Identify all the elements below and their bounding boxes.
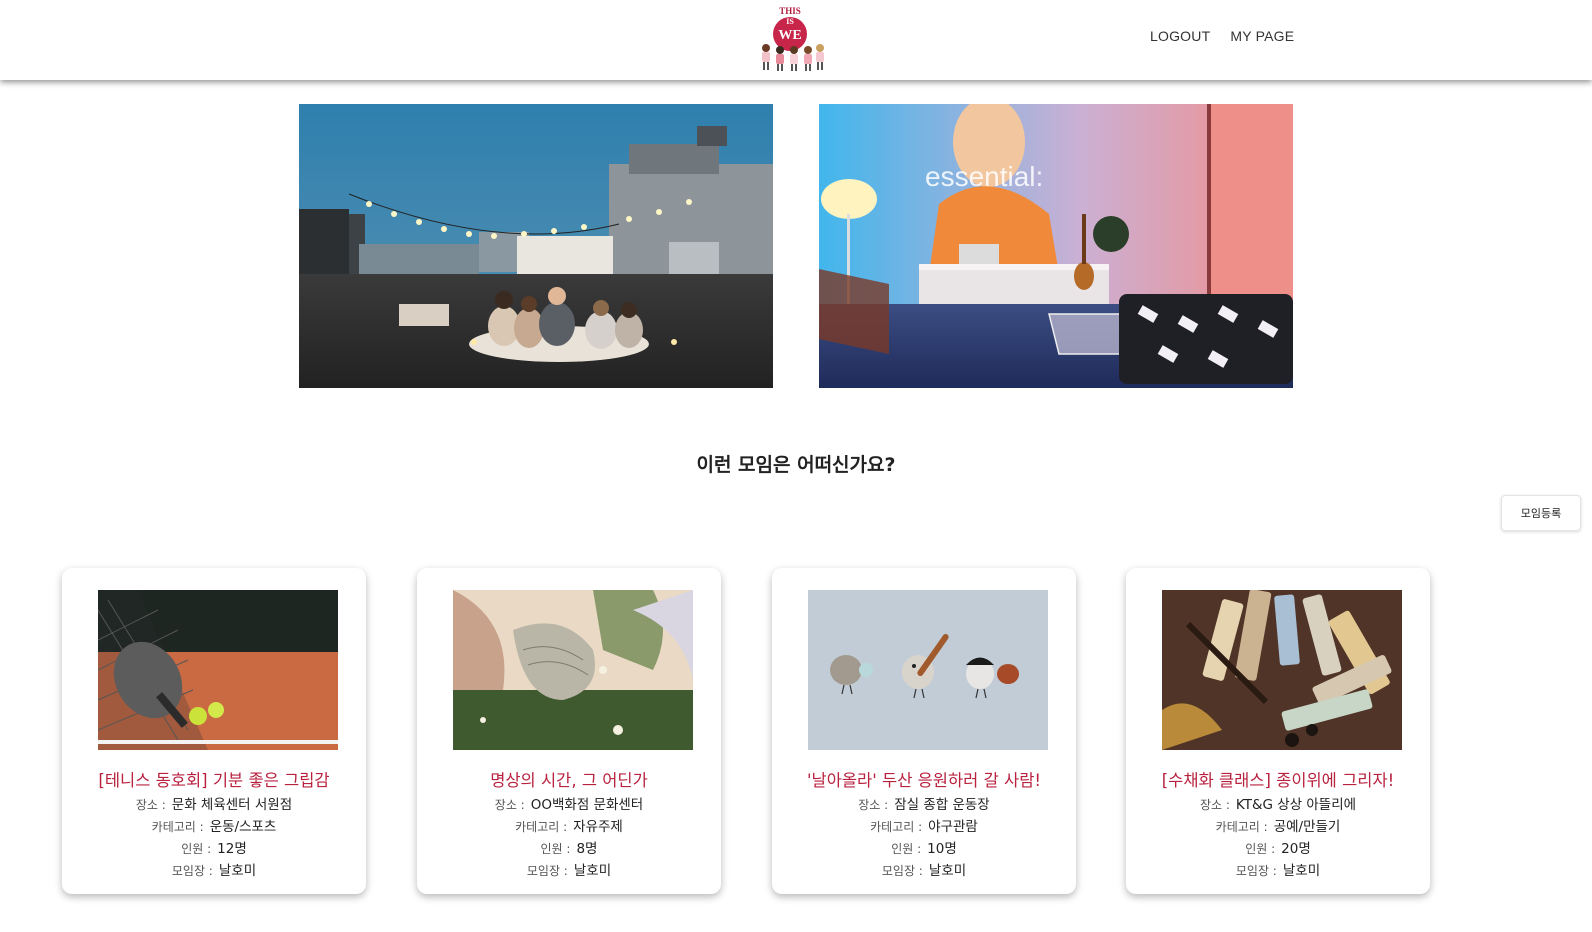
card-image-baseball <box>808 590 1048 750</box>
logout-link[interactable]: LOGOUT <box>1150 28 1210 44</box>
svg-text:WE: WE <box>778 28 801 43</box>
category-row: 카테고리 : 운동/스포츠 <box>62 816 366 838</box>
category-label: 카테고리 : <box>870 820 923 834</box>
header-nav: LOGOUT MY PAGE <box>1150 28 1294 44</box>
svg-text:IS: IS <box>786 17 794 26</box>
place-value: 잠실 종합 운동장 <box>894 797 990 813</box>
leader-value: 날호미 <box>1282 863 1321 879</box>
card-image-watercolor <box>1162 590 1402 750</box>
category-label: 카테고리 : <box>515 820 568 834</box>
place-row: 장소 : OO백화점 문화센터 <box>417 794 721 816</box>
card-title: 명상의 시간, 그 어딘가 <box>490 771 648 790</box>
place-label: 장소 : <box>494 798 525 812</box>
leader-row: 모임장 : 날호미 <box>417 860 721 882</box>
meeting-card-tennis[interactable]: [테니스 동호회] 기분 좋은 그립감 장소 : 문화 체육센터 서원점 카테고리… <box>62 568 366 894</box>
card-image-meditation <box>453 590 693 750</box>
category-value: 운동/스포츠 <box>209 819 277 835</box>
people-row: 인원 : 20명 <box>1126 838 1430 860</box>
category-row: 카테고리 : 공예/만들기 <box>1126 816 1430 838</box>
card-image-tennis <box>98 590 338 750</box>
leader-label: 모임장 : <box>1235 864 1277 878</box>
svg-text:essential:: essential: <box>925 161 1043 192</box>
leader-value: 날호미 <box>218 863 257 879</box>
section-title: 이런 모임은 어떠신가요? <box>696 454 896 476</box>
meeting-card-watercolor[interactable]: [수채화 클래스] 종이위에 그리자! 장소 : KT&G 상상 아뜰리에 카테고… <box>1126 568 1430 894</box>
place-value: OO백화점 문화센터 <box>530 797 644 813</box>
people-label: 인원 : <box>1245 842 1276 856</box>
people-label: 인원 : <box>181 842 212 856</box>
category-label: 카테고리 : <box>1215 820 1268 834</box>
card-title: '날아올라' 두산 응원하러 갈 사람! <box>806 771 1041 790</box>
people-row: 인원 : 10명 <box>772 838 1076 860</box>
category-value: 자유주제 <box>573 819 623 835</box>
card-details: 장소 : 문화 체육센터 서원점 카테고리 : 운동/스포츠 인원 : 12명 모임장… <box>62 794 366 882</box>
svg-text:THIS: THIS <box>779 6 801 16</box>
category-value: 공예/만들기 <box>1273 819 1341 835</box>
leader-row: 모임장 : 날호미 <box>1126 860 1430 882</box>
place-row: 장소 : 문화 체육센터 서원점 <box>62 794 366 816</box>
this-is-we-logo[interactable]: THIS IS WE <box>752 4 832 74</box>
card-details: 장소 : 잠실 종합 운동장 카테고리 : 야구관람 인원 : 10명 모임장 : 날호… <box>772 794 1076 882</box>
hero-image-lounge[interactable]: essential: <box>819 104 1293 388</box>
place-value: 문화 체육센터 서원점 <box>171 797 293 813</box>
meeting-card-meditation[interactable]: 명상의 시간, 그 어딘가 장소 : OO백화점 문화센터 카테고리 : 자유주제 … <box>417 568 721 894</box>
people-label: 인원 : <box>540 842 571 856</box>
card-details: 장소 : KT&G 상상 아뜰리에 카테고리 : 공예/만들기 인원 : 20명 모임… <box>1126 794 1430 882</box>
leader-value: 날호미 <box>928 863 967 879</box>
people-value: 20명 <box>1281 841 1311 857</box>
people-label: 인원 : <box>891 842 922 856</box>
card-title: [테니스 동호회] 기분 좋은 그립감 <box>98 771 330 790</box>
hero-image-rooftop-cinema[interactable] <box>299 104 773 388</box>
leader-row: 모임장 : 날호미 <box>62 860 366 882</box>
card-title: [수채화 클래스] 종이위에 그리자! <box>1161 771 1395 790</box>
top-header: THIS IS WE LOGOUT MY PAGE <box>0 0 1592 80</box>
people-value: 12명 <box>217 841 247 857</box>
people-value: 10명 <box>927 841 957 857</box>
leader-label: 모임장 : <box>526 864 568 878</box>
leader-label: 모임장 : <box>171 864 213 878</box>
my-page-link[interactable]: MY PAGE <box>1230 28 1294 44</box>
category-label: 카테고리 : <box>151 820 204 834</box>
category-row: 카테고리 : 야구관람 <box>772 816 1076 838</box>
leader-label: 모임장 : <box>881 864 923 878</box>
people-row: 인원 : 12명 <box>62 838 366 860</box>
place-label: 장소 : <box>1199 798 1230 812</box>
leader-value: 날호미 <box>573 863 612 879</box>
category-row: 카테고리 : 자유주제 <box>417 816 721 838</box>
people-value: 8명 <box>576 841 598 857</box>
card-details: 장소 : OO백화점 문화센터 카테고리 : 자유주제 인원 : 8명 모임장 : 날호… <box>417 794 721 882</box>
place-label: 장소 : <box>858 798 889 812</box>
category-value: 야구관람 <box>928 819 978 835</box>
people-row: 인원 : 8명 <box>417 838 721 860</box>
leader-row: 모임장 : 날호미 <box>772 860 1076 882</box>
place-row: 장소 : 잠실 종합 운동장 <box>772 794 1076 816</box>
register-meeting-button[interactable]: 모임등록 <box>1501 495 1581 531</box>
place-value: KT&G 상상 아뜰리에 <box>1235 797 1357 813</box>
place-row: 장소 : KT&G 상상 아뜰리에 <box>1126 794 1430 816</box>
place-label: 장소 : <box>135 798 166 812</box>
meeting-card-baseball[interactable]: '날아올라' 두산 응원하러 갈 사람! 장소 : 잠실 종합 운동장 카테고리 … <box>772 568 1076 894</box>
